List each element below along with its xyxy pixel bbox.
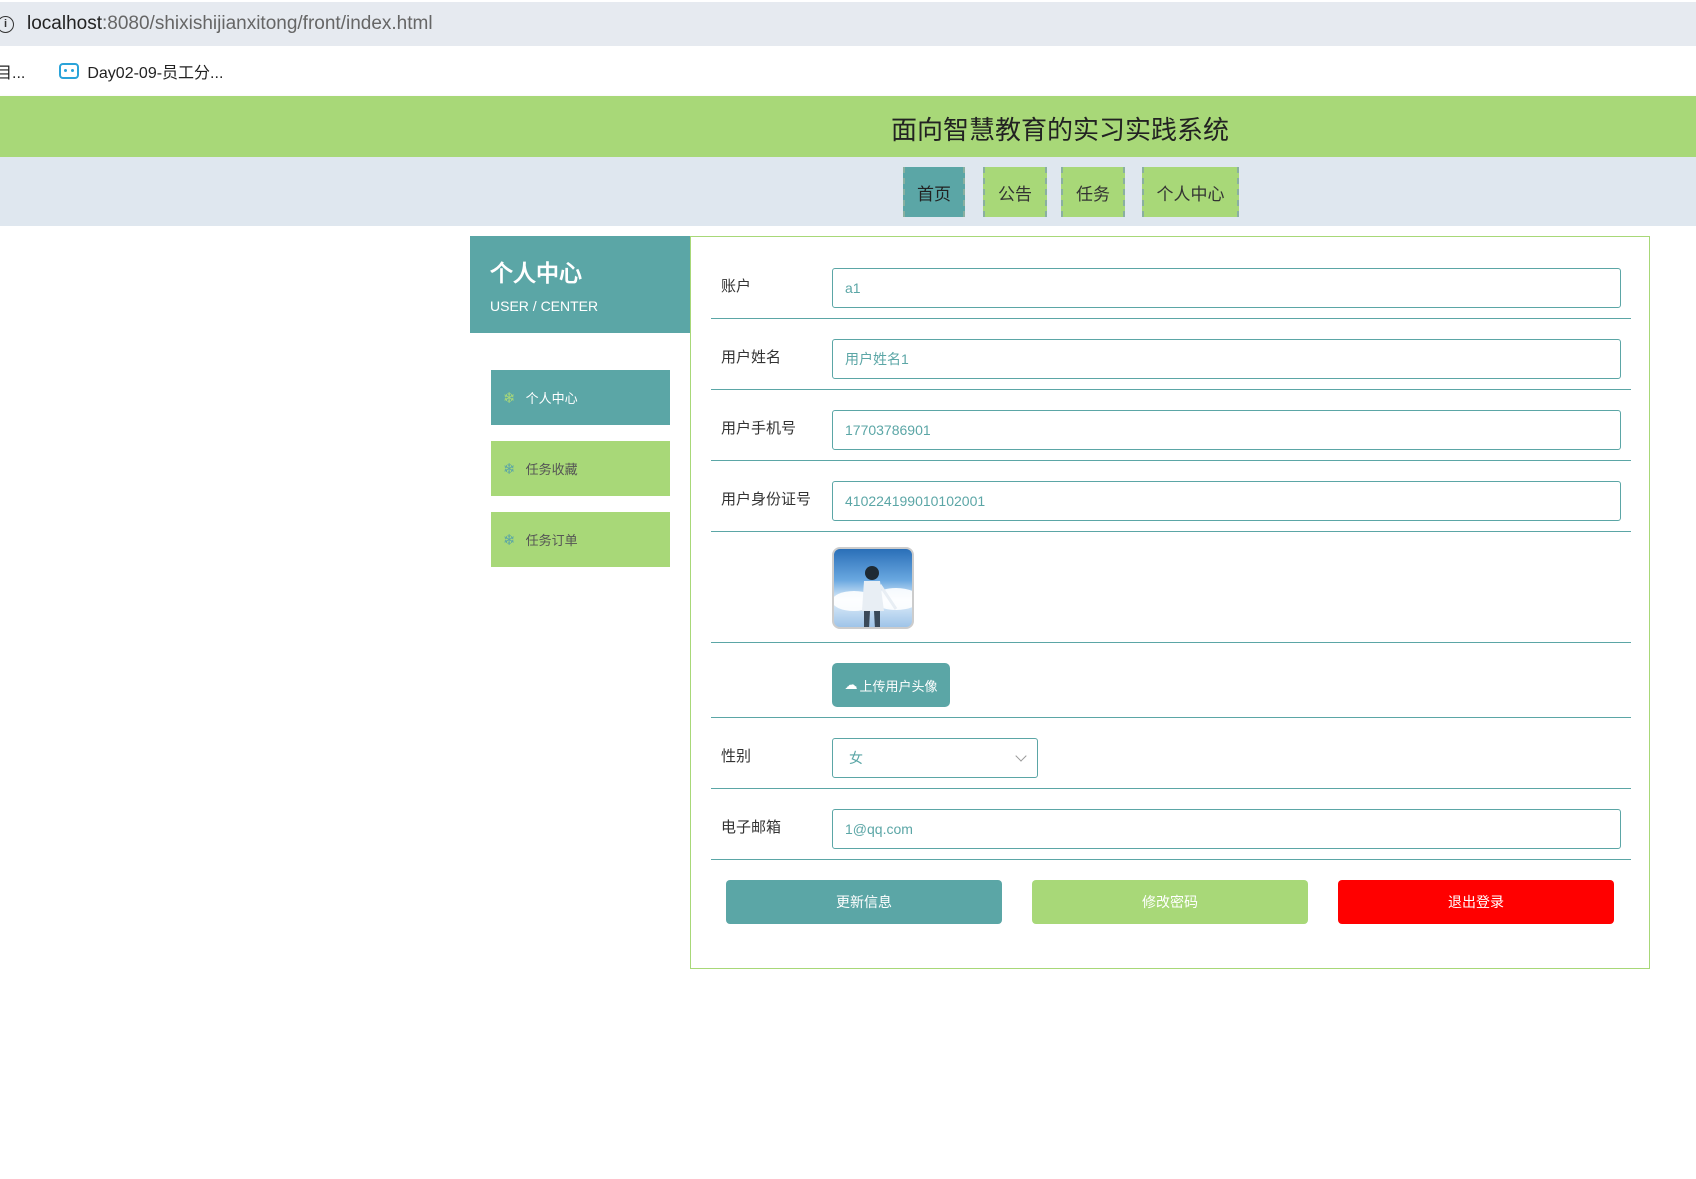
form-row-email: 电子邮箱 1@qq.com	[711, 789, 1631, 860]
avatar	[832, 547, 914, 629]
gender-value: 女	[849, 750, 863, 766]
update-info-button[interactable]: 更新信息	[726, 880, 1002, 924]
bookmark-item[interactable]: Day02-09-员工分...	[59, 59, 223, 83]
nav-tasks[interactable]: 任务	[1061, 167, 1125, 217]
sidebar-item-task-favorites[interactable]: ❄ 任务收藏	[491, 441, 670, 496]
logout-button[interactable]: 退出登录	[1338, 880, 1614, 924]
address-bar[interactable]: i localhost:8080/shixishijianxitong/fron…	[0, 2, 1696, 46]
upload-avatar-label: 上传用户头像	[859, 678, 938, 694]
avatar-figure-icon	[834, 566, 912, 627]
form-row-upload: ☁ 上传用户头像	[711, 643, 1631, 718]
form-row-account: 账户 a1	[711, 237, 1631, 319]
cloud-upload-icon: ☁	[844, 677, 858, 692]
info-icon[interactable]: i	[0, 15, 14, 33]
sidebar-title: 个人中心	[490, 260, 582, 286]
form-row-id-card: 用户身份证号 410224199010102001	[711, 461, 1631, 532]
phone-input[interactable]: 17703786901	[832, 410, 1621, 450]
snowflake-icon: ❄	[503, 460, 516, 478]
sidebar-subtitle: USER / CENTER	[490, 298, 599, 314]
sidebar-item-label: 个人中心	[525, 391, 578, 406]
form-row-name: 用户姓名 用户姓名1	[711, 319, 1631, 390]
name-label: 用户姓名	[721, 349, 782, 366]
account-input[interactable]: a1	[832, 268, 1621, 308]
url-host: localhost	[27, 13, 102, 34]
change-password-button[interactable]: 修改密码	[1032, 880, 1308, 924]
sidebar-header: 个人中心 USER / CENTER	[470, 236, 690, 333]
bilibili-icon	[59, 63, 80, 79]
account-label: 账户	[721, 278, 752, 295]
url-text[interactable]: localhost:8080/shixishijianxitong/front/…	[27, 13, 433, 35]
url-rest: :8080/shixishijianxitong/front/index.htm…	[102, 13, 433, 34]
sidebar-item-task-orders[interactable]: ❄ 任务订单	[491, 512, 670, 567]
sidebar-item-personal-center[interactable]: ❄ 个人中心	[491, 370, 670, 425]
form-row-phone: 用户手机号 17703786901	[711, 390, 1631, 461]
nav-personal-center[interactable]: 个人中心	[1142, 167, 1239, 217]
email-label: 电子邮箱	[721, 819, 782, 836]
id-card-input[interactable]: 410224199010102001	[832, 481, 1621, 521]
bookmark-item[interactable]: 目...	[0, 59, 25, 83]
form-row-avatar	[711, 532, 1631, 643]
nav-bar: 首页 公告 任务 个人中心	[0, 157, 1696, 226]
form-row-gender: 性别 女	[711, 718, 1631, 789]
snowflake-icon: ❄	[503, 389, 516, 407]
bookmark-label: Day02-09-员工分...	[87, 65, 224, 82]
sidebar-item-label: 任务收藏	[525, 462, 578, 477]
snowflake-icon: ❄	[503, 531, 516, 549]
nav-notice[interactable]: 公告	[983, 167, 1047, 217]
bookmarks-bar: 目... Day02-09-员工分...	[0, 46, 1696, 96]
site-title: 面向智慧教育的实习实践系统	[890, 115, 1229, 145]
site-header: 面向智慧教育的实习实践系统	[0, 96, 1696, 157]
name-input[interactable]: 用户姓名1	[832, 339, 1621, 379]
profile-form: 账户 a1 用户姓名 用户姓名1 用户手机号 17703786901 用户身份证…	[690, 236, 1650, 969]
gender-select[interactable]: 女	[832, 738, 1038, 778]
chevron-down-icon	[1015, 750, 1027, 762]
phone-label: 用户手机号	[721, 420, 797, 437]
gender-label: 性别	[721, 748, 752, 765]
id-card-label: 用户身份证号	[721, 491, 812, 508]
upload-avatar-button[interactable]: ☁ 上传用户头像	[832, 663, 950, 707]
sidebar-item-label: 任务订单	[525, 533, 578, 548]
email-input[interactable]: 1@qq.com	[832, 809, 1621, 849]
nav-home[interactable]: 首页	[903, 167, 965, 217]
